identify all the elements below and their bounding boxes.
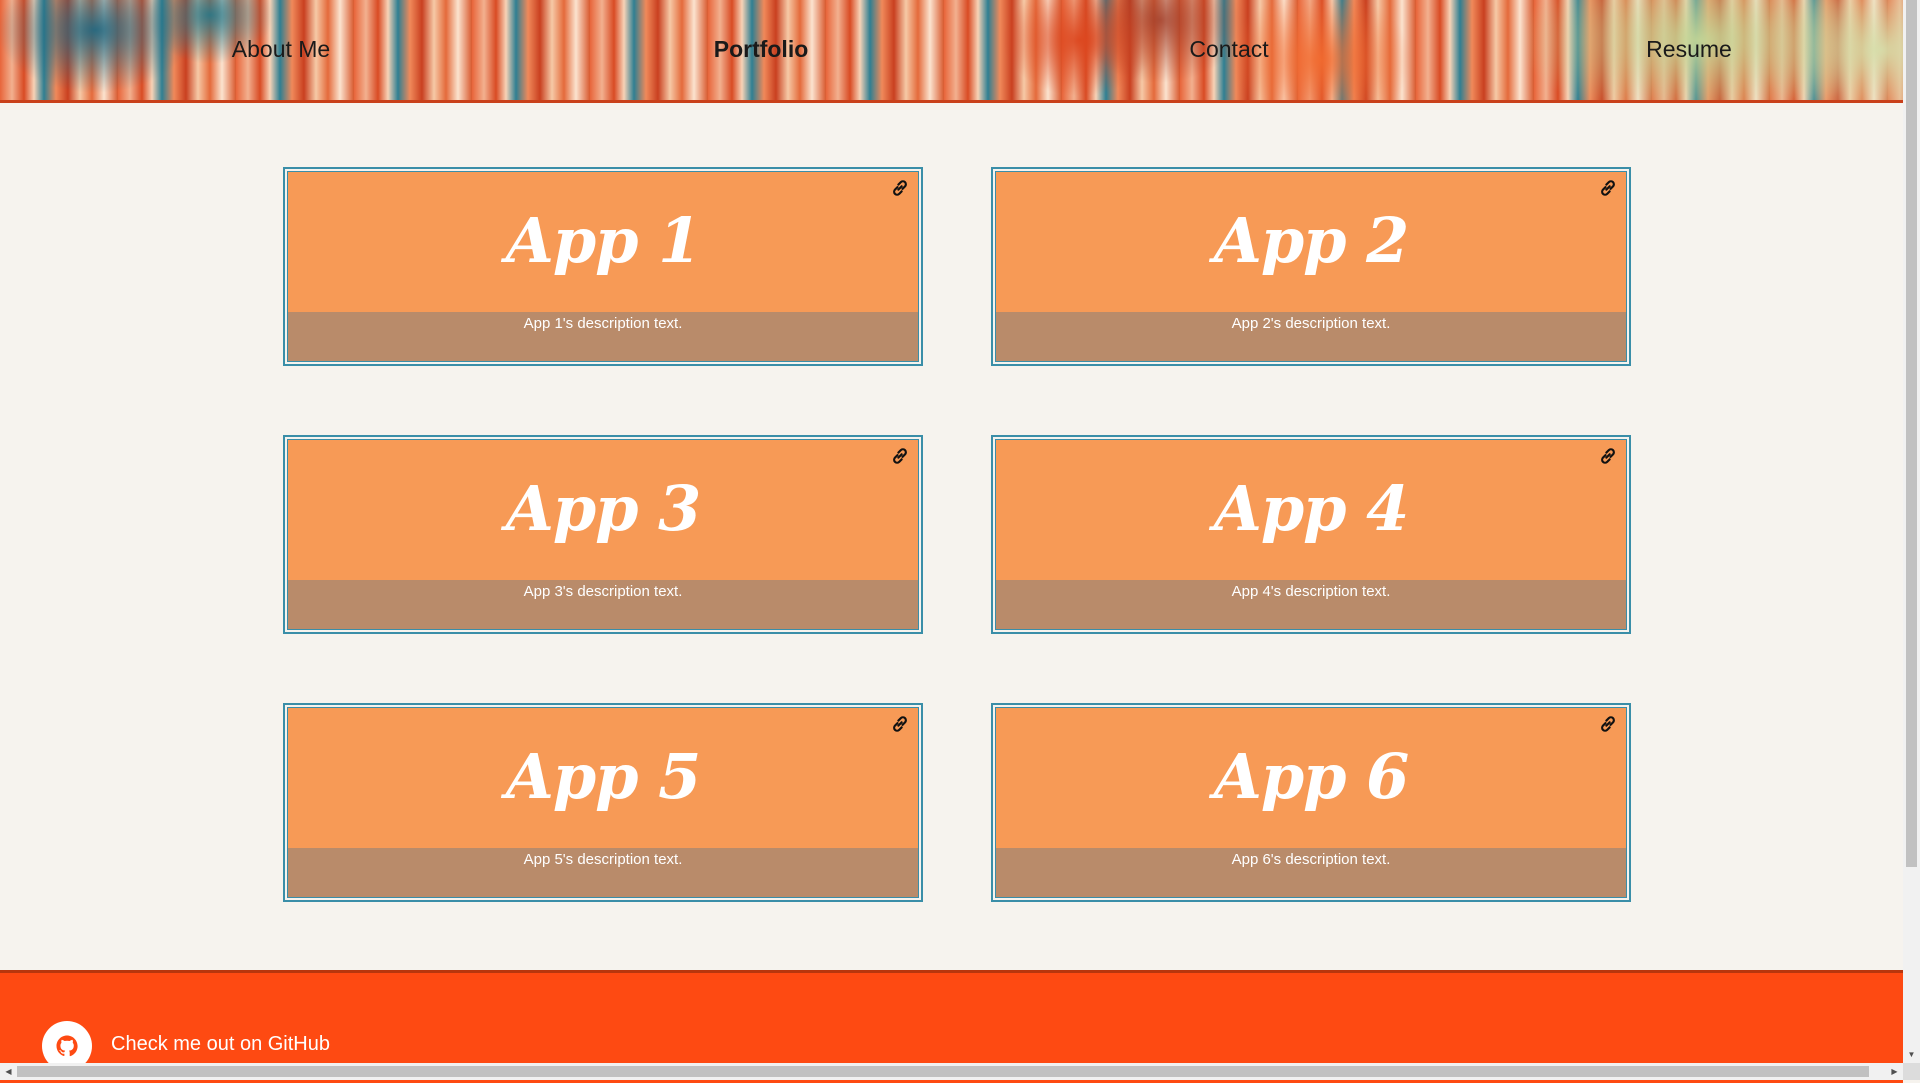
portfolio-card-5[interactable]: App 5 App 5's description text. (283, 703, 923, 902)
card-description: App 1's description text. (288, 312, 918, 361)
card-title: App 5 (505, 740, 702, 813)
vertical-scroll-thumb[interactable] (1906, 0, 1917, 867)
link-icon[interactable] (1598, 178, 1618, 198)
portfolio-card-2[interactable]: App 2 App 2's description text. (991, 167, 1631, 366)
top-navigation: About Me Portfolio Contact Resume (0, 0, 1903, 103)
portfolio-card-3[interactable]: App 3 App 3's description text. (283, 435, 923, 634)
card-description: App 2's description text. (996, 312, 1626, 361)
link-icon[interactable] (1598, 714, 1618, 734)
card-title: App 2 (1213, 204, 1410, 277)
link-icon[interactable] (890, 446, 910, 466)
nav-about-me[interactable]: About Me (232, 36, 330, 63)
nav-portfolio[interactable]: Portfolio (714, 36, 809, 63)
card-description: App 4's description text. (996, 580, 1626, 629)
scroll-left-arrow[interactable]: ◀ (0, 1063, 17, 1080)
card-description: App 3's description text. (288, 580, 918, 629)
card-body: App 2 App 2's description text. (995, 171, 1627, 362)
card-body: App 4 App 4's description text. (995, 439, 1627, 630)
scrollbar-corner (1903, 1063, 1920, 1080)
github-link[interactable]: Check me out on GitHub (111, 1033, 330, 1056)
nav-contact[interactable]: Contact (1189, 36, 1268, 63)
github-icon (56, 1035, 78, 1057)
portfolio-card-6[interactable]: App 6 App 6's description text. (991, 703, 1631, 902)
nav-resume[interactable]: Resume (1646, 36, 1732, 63)
card-title: App 3 (505, 472, 702, 545)
card-body: App 3 App 3's description text. (287, 439, 919, 630)
card-body: App 1 App 1's description text. (287, 171, 919, 362)
card-title: App 4 (1213, 472, 1410, 545)
link-icon[interactable] (890, 714, 910, 734)
card-description: App 5's description text. (288, 848, 918, 897)
horizontal-scroll-thumb[interactable] (17, 1066, 1869, 1077)
card-body: App 5 App 5's description text. (287, 707, 919, 898)
card-body: App 6 App 6's description text. (995, 707, 1627, 898)
link-icon[interactable] (890, 178, 910, 198)
portfolio-card-4[interactable]: App 4 App 4's description text. (991, 435, 1631, 634)
link-icon[interactable] (1598, 446, 1618, 466)
vertical-scrollbar[interactable]: ▲ ▼ (1903, 0, 1920, 1063)
horizontal-scrollbar[interactable]: ◀ ▶ (0, 1063, 1903, 1080)
scroll-down-arrow[interactable]: ▼ (1903, 1046, 1920, 1063)
scroll-right-arrow[interactable]: ▶ (1886, 1063, 1903, 1080)
card-title: App 6 (1213, 740, 1410, 813)
card-title: App 1 (505, 204, 702, 277)
card-description: App 6's description text. (996, 848, 1626, 897)
portfolio-card-1[interactable]: App 1 App 1's description text. (283, 167, 923, 366)
